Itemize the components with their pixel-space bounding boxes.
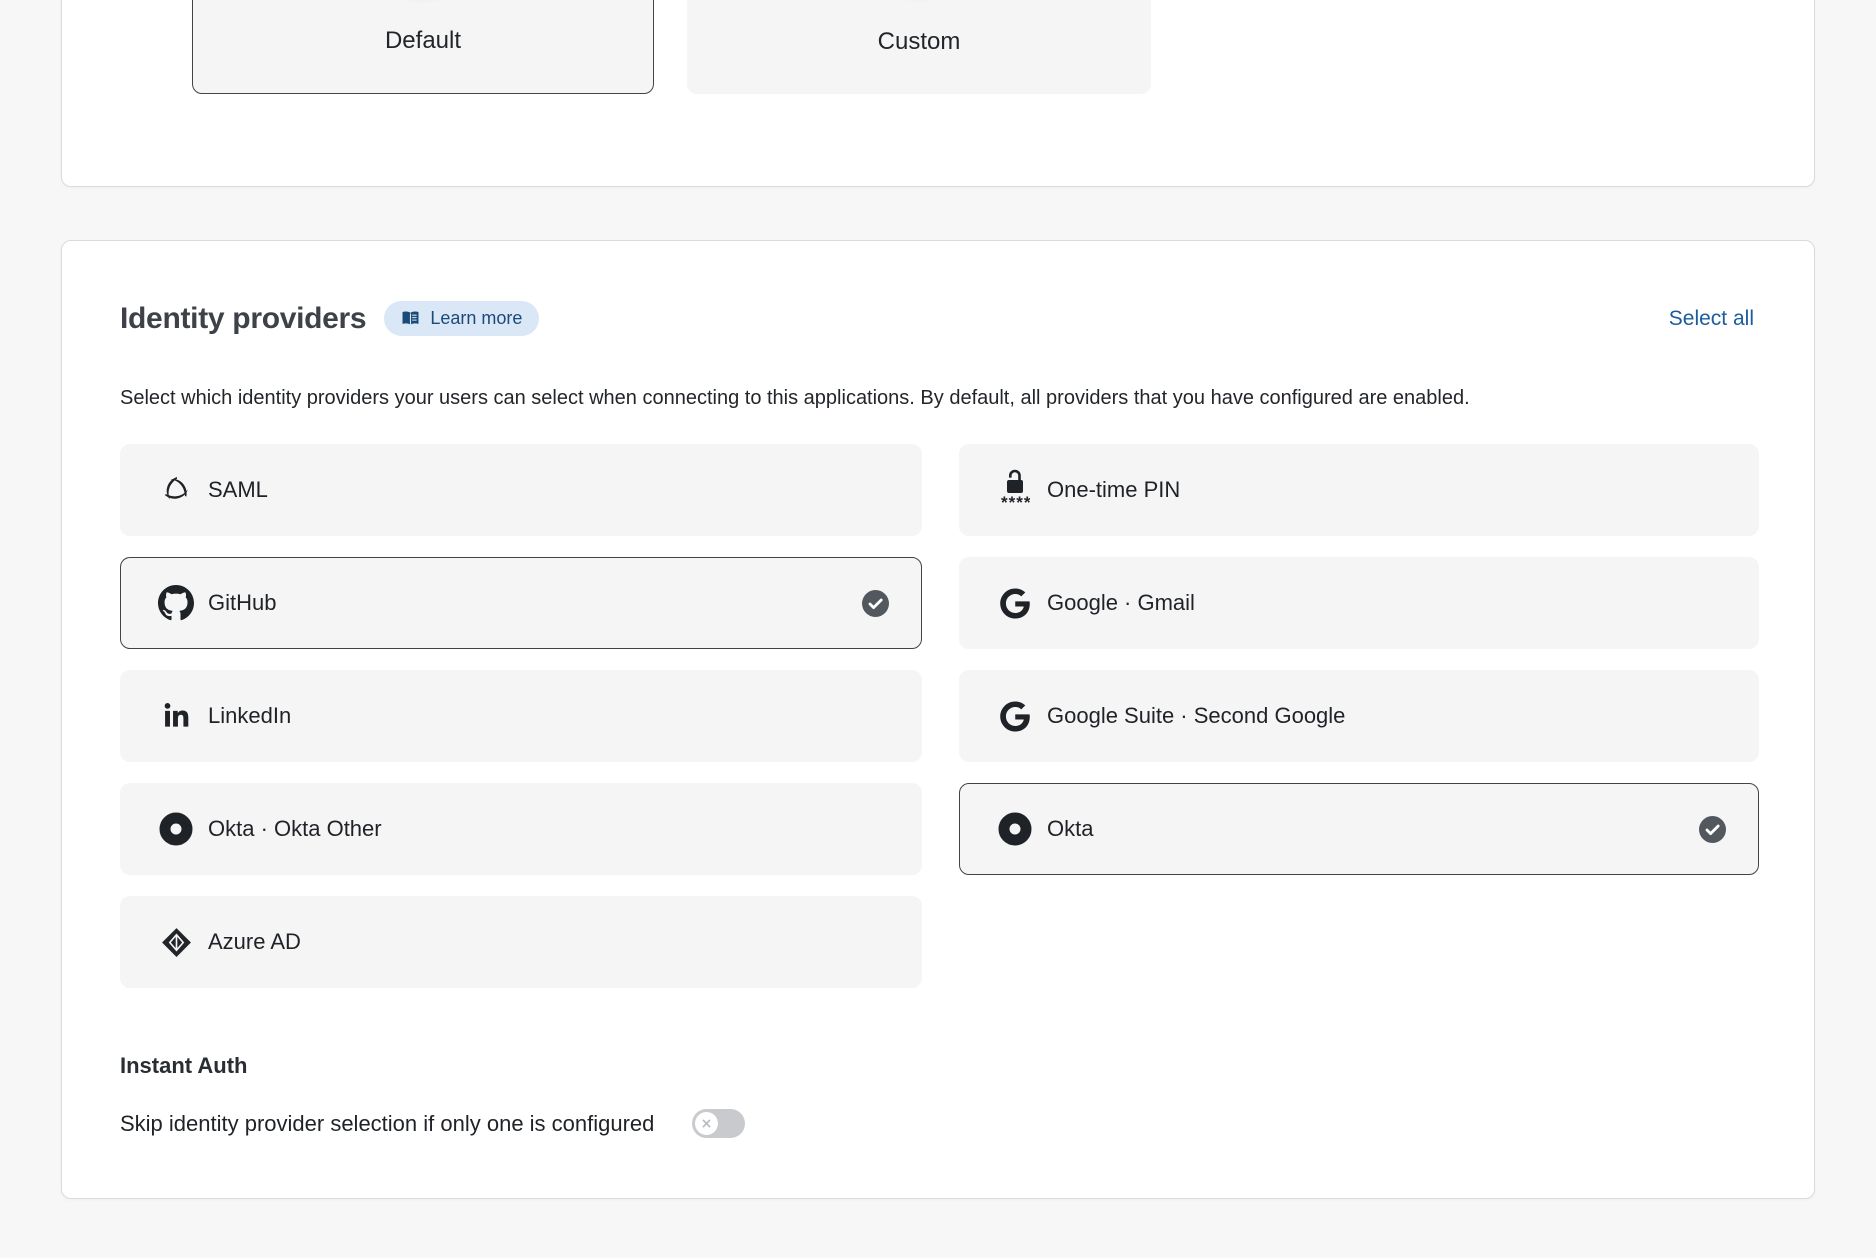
- provider-row-google-gmail[interactable]: Google · Gmail: [959, 557, 1759, 649]
- instant-auth-toggle[interactable]: [692, 1109, 745, 1138]
- learn-more-label: Learn more: [430, 308, 522, 329]
- provider-label: SAML: [208, 477, 268, 503]
- provider-row-one-time-pin[interactable]: **** One-time PIN: [959, 444, 1759, 536]
- toggle-off-x-icon: [695, 1112, 718, 1135]
- select-all-link[interactable]: Select all: [1669, 307, 1754, 331]
- provider-label: Azure AD: [208, 929, 301, 955]
- book-icon: [401, 310, 420, 327]
- plan-option-label: Custom: [878, 28, 961, 56]
- okta-icon: [996, 812, 1034, 846]
- selected-check-icon: [1699, 816, 1726, 843]
- learn-more-badge[interactable]: Learn more: [384, 301, 539, 336]
- selected-check-icon: [862, 590, 889, 617]
- identity-providers-header: Identity providers Learn more Select all: [120, 301, 1754, 336]
- plan-option-label: Default: [385, 27, 461, 55]
- provider-label: Okta: [1047, 816, 1093, 842]
- provider-row-okta-okta-other[interactable]: Okta · Okta Other: [120, 783, 922, 875]
- linkedin-icon: [157, 703, 195, 730]
- provider-grid: SAML GitHub LinkedIn Okta · Okta Other A…: [120, 444, 1759, 988]
- okta-icon: [157, 812, 195, 846]
- google-icon: [996, 701, 1034, 732]
- provider-label: Google · Gmail: [1047, 590, 1195, 616]
- provider-row-linkedin[interactable]: LinkedIn: [120, 670, 922, 762]
- instant-auth-toggle-label: Skip identity provider selection if only…: [120, 1111, 654, 1137]
- azure-ad-icon: [157, 926, 195, 959]
- plan-option-custom[interactable]: Custom: [687, 0, 1151, 94]
- one-time-pin-icon: ****: [996, 467, 1034, 513]
- instant-auth-section: Instant Auth Skip identity provider sele…: [120, 1053, 745, 1138]
- provider-column-left: SAML GitHub LinkedIn Okta · Okta Other A…: [120, 444, 922, 988]
- plan-card: Default Custom: [61, 0, 1815, 187]
- provider-row-okta[interactable]: Okta: [959, 783, 1759, 875]
- provider-label: GitHub: [208, 590, 276, 616]
- provider-row-azure-ad[interactable]: Azure AD: [120, 896, 922, 988]
- provider-label: One-time PIN: [1047, 477, 1180, 503]
- provider-label: Google Suite · Second Google: [1047, 703, 1345, 729]
- saml-icon: [157, 475, 195, 505]
- svg-text:****: ****: [1001, 493, 1030, 512]
- provider-row-github[interactable]: GitHub: [120, 557, 922, 649]
- plan-option-default[interactable]: Default: [192, 0, 654, 94]
- google-icon: [996, 588, 1034, 619]
- provider-column-right: **** One-time PIN Google · Gmail Google …: [959, 444, 1759, 988]
- instant-auth-title: Instant Auth: [120, 1053, 745, 1079]
- identity-providers-description: Select which identity providers your use…: [120, 387, 1470, 410]
- page-title: Identity providers: [120, 302, 366, 336]
- identity-providers-card: Identity providers Learn more Select all…: [61, 240, 1815, 1199]
- github-icon: [157, 585, 195, 621]
- provider-row-google-suite-second-google[interactable]: Google Suite · Second Google: [959, 670, 1759, 762]
- provider-row-saml[interactable]: SAML: [120, 444, 922, 536]
- provider-label: LinkedIn: [208, 703, 291, 729]
- provider-label: Okta · Okta Other: [208, 816, 382, 842]
